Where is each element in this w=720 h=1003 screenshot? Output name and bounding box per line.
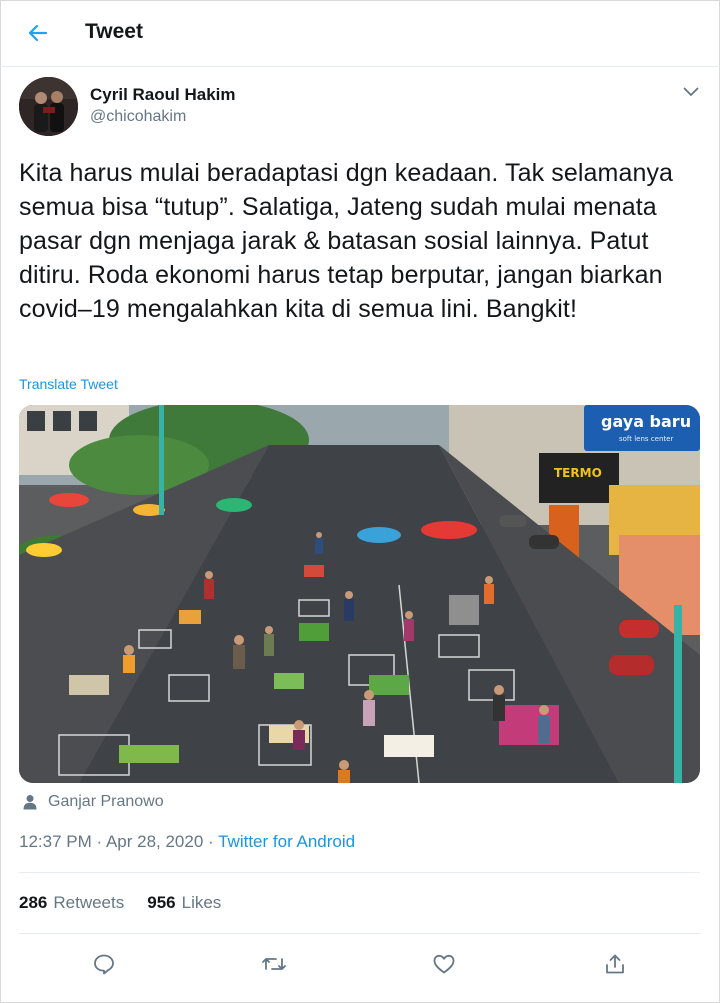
- reply-button[interactable]: [86, 946, 122, 982]
- top-bar: Tweet: [0, 0, 720, 67]
- back-button[interactable]: [22, 17, 54, 49]
- reply-icon: [94, 954, 114, 975]
- arrow-left-icon: [28, 24, 48, 42]
- tweet-photo[interactable]: gaya baru soft lens center TERMO: [19, 405, 700, 783]
- retweets-label: Retweets: [53, 893, 125, 912]
- shop-sign-subtitle: soft lens center: [619, 435, 673, 443]
- meta-separator-2: ·: [203, 832, 219, 851]
- tweet-meta: 12:37 PM · Apr 28, 2020 · Twitter for An…: [19, 832, 355, 852]
- author-handle[interactable]: @chicohakim: [90, 108, 186, 126]
- tweet-stats: 286 Retweets 956 Likes: [19, 893, 244, 913]
- page-title: Tweet: [85, 20, 143, 43]
- retweet-button[interactable]: [256, 946, 292, 982]
- retweet-icon: [262, 958, 286, 970]
- likes-label: Likes: [181, 893, 222, 912]
- shop-sign-gaya-baru: gaya baru: [601, 412, 691, 431]
- shop-sign-termo: TERMO: [554, 466, 602, 480]
- action-bar: [0, 946, 720, 982]
- share-icon: [606, 954, 624, 974]
- meta-separator: ·: [91, 832, 106, 851]
- tweet-source-link[interactable]: Twitter for Android: [218, 832, 355, 851]
- translate-tweet-link[interactable]: Translate Tweet: [19, 376, 118, 392]
- divider: [19, 872, 700, 873]
- like-button[interactable]: [426, 946, 462, 982]
- tweet-date[interactable]: Apr 28, 2020: [106, 832, 203, 851]
- author-name[interactable]: Cyril Raoul Hakim: [90, 85, 236, 105]
- retweets-stat[interactable]: 286 Retweets: [19, 893, 124, 913]
- divider: [19, 933, 700, 934]
- likes-count: 956: [147, 893, 176, 912]
- media-credit[interactable]: Ganjar Pranowo: [22, 793, 164, 811]
- media-credit-name: Ganjar Pranowo: [48, 793, 164, 810]
- heart-icon: [433, 954, 455, 974]
- share-button[interactable]: [597, 946, 633, 982]
- person-icon: [22, 794, 38, 810]
- tweet-text: Kita harus mulai beradaptasi dgn keadaan…: [19, 159, 674, 323]
- avatar[interactable]: [19, 77, 78, 136]
- chevron-down-icon: [683, 87, 699, 96]
- more-options-button[interactable]: [680, 82, 702, 102]
- likes-stat[interactable]: 956 Likes: [147, 893, 221, 913]
- tweet-time: 12:37 PM: [19, 832, 92, 851]
- retweets-count: 286: [19, 893, 48, 912]
